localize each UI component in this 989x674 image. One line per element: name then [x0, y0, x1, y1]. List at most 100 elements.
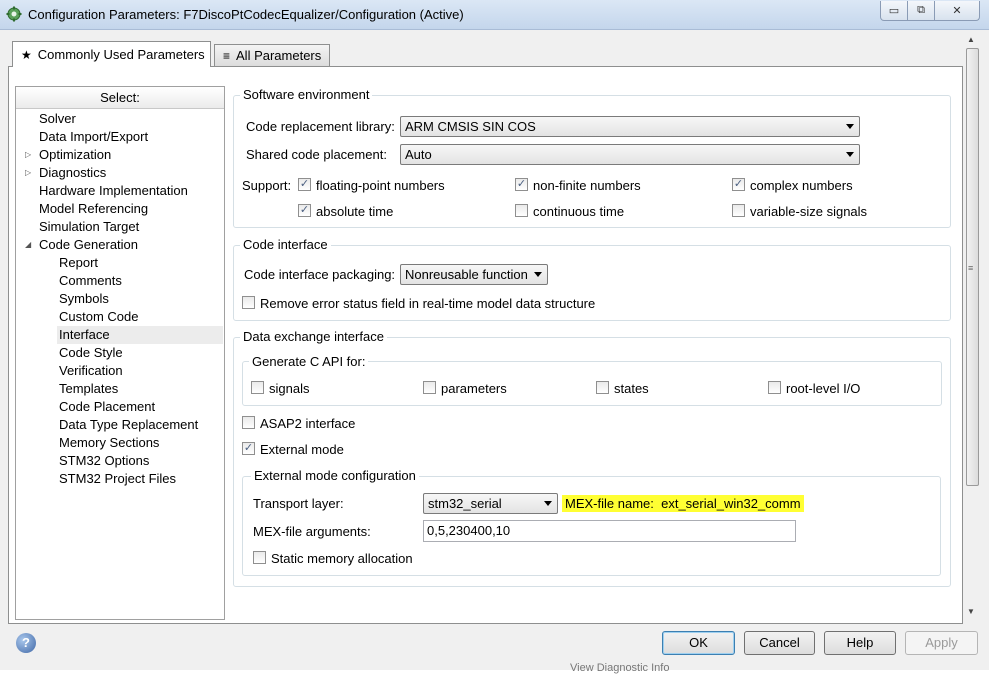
capi-states-checkbox[interactable] [596, 381, 609, 394]
tree-item-hardware-implementation[interactable]: Hardware Implementation [39, 182, 188, 200]
continuous-time-checkbox[interactable] [515, 204, 528, 217]
non-finite-label: non-finite numbers [533, 178, 641, 193]
ok-button[interactable]: OK [662, 631, 735, 655]
help-button[interactable]: Help [824, 631, 896, 655]
expand-arrow-icon[interactable]: ▷ [25, 168, 31, 177]
tree-item-model-referencing[interactable]: Model Referencing [39, 200, 148, 218]
star-icon: ★ [21, 47, 32, 62]
tree-item-simulation-target[interactable]: Simulation Target [39, 218, 139, 236]
complex-numbers-checkbox[interactable]: ✓ [732, 178, 745, 191]
code-interface-packaging-dropdown[interactable]: Nonreusable function [400, 264, 548, 285]
transport-layer-label: Transport layer: [253, 496, 344, 511]
capi-signals-label: signals [269, 381, 310, 396]
minimize-icon: ▭ [888, 5, 900, 17]
restore-icon: ⧉ [917, 4, 925, 16]
code-replacement-library-label: Code replacement library: [246, 119, 395, 134]
tab-label: Commonly Used Parameters [37, 47, 205, 62]
simulink-app-icon [6, 6, 22, 22]
tree-item-templates[interactable]: Templates [59, 380, 118, 398]
help-icon[interactable]: ? [16, 633, 36, 653]
static-memory-allocation-label: Static memory allocation [271, 551, 413, 566]
group-title-c-api: Generate C API for: [249, 354, 369, 369]
mex-file-arguments-input[interactable]: 0,5,230400,10 [423, 520, 796, 542]
tree-item-code-placement[interactable]: Code Placement [59, 398, 155, 416]
non-finite-checkbox[interactable]: ✓ [515, 178, 528, 191]
static-memory-allocation-checkbox[interactable] [253, 551, 266, 564]
tab-label: All Parameters [236, 48, 322, 63]
asap2-interface-checkbox[interactable] [242, 416, 255, 429]
window-title: Configuration Parameters: F7DiscoPtCodec… [28, 7, 464, 22]
capi-root-level-io-checkbox[interactable] [768, 381, 781, 394]
group-title-data-exchange: Data exchange interface [240, 329, 387, 344]
tree-item-code-generation[interactable]: Code Generation [39, 236, 138, 254]
continuous-time-label: continuous time [533, 204, 625, 219]
tree-item-diagnostics[interactable]: Diagnostics [39, 164, 106, 182]
capi-states-label: states [614, 381, 649, 396]
absolute-time-checkbox[interactable]: ✓ [298, 204, 311, 217]
variable-size-signals-checkbox[interactable] [732, 204, 745, 217]
remove-error-status-label: Remove error status field in real-time m… [260, 296, 596, 311]
scroll-down-icon[interactable]: ▼ [967, 607, 975, 616]
category-tree: Select: Solver Data Import/Export ▷ Optimiz… [15, 86, 225, 620]
shared-code-placement-label: Shared code placement: [246, 147, 387, 162]
scroll-up-icon[interactable]: ▲ [967, 35, 975, 44]
dropdown-value: Nonreusable function [405, 267, 528, 282]
tree-item-data-import-export[interactable]: Data Import/Export [39, 128, 148, 146]
title-bar: Configuration Parameters: F7DiscoPtCodec… [0, 0, 989, 30]
shared-code-placement-dropdown[interactable]: Auto [400, 144, 860, 165]
collapse-arrow-icon[interactable]: ◢ [25, 240, 31, 249]
code-replacement-library-dropdown[interactable]: ARM CMSIS SIN COS [400, 116, 860, 137]
remove-error-status-checkbox[interactable] [242, 296, 255, 309]
group-title-code-interface: Code interface [240, 237, 331, 252]
absolute-time-label: absolute time [316, 204, 394, 219]
expand-arrow-icon[interactable]: ▷ [25, 150, 31, 159]
tree-item-verification[interactable]: Verification [59, 362, 123, 380]
grip-icon: ≡ [968, 263, 974, 273]
tree-item-memory-sections[interactable]: Memory Sections [59, 434, 159, 452]
transport-layer-dropdown[interactable]: stm32_serial [423, 493, 558, 514]
close-button[interactable]: ✕ [934, 1, 980, 21]
floating-point-label: floating-point numbers [316, 178, 445, 193]
apply-button[interactable]: Apply [905, 631, 978, 655]
list-icon: ≡ [223, 48, 231, 63]
tab-commonly-used-parameters[interactable]: ★ Commonly Used Parameters [12, 41, 211, 67]
chevron-down-icon [846, 124, 854, 129]
capi-root-level-io-label: root-level I/O [786, 381, 861, 396]
tree-item-interface[interactable]: Interface [57, 326, 223, 344]
tree-item-data-type-replacement[interactable]: Data Type Replacement [59, 416, 198, 434]
external-mode-label: External mode [260, 442, 344, 457]
minimize-button[interactable]: ▭ [880, 1, 908, 21]
maximize-button[interactable]: ⧉ [907, 1, 935, 21]
tree-item-stm32-options[interactable]: STM32 Options [59, 452, 149, 470]
dropdown-value: Auto [405, 147, 432, 162]
external-mode-checkbox[interactable]: ✓ [242, 442, 255, 455]
dropdown-value: ARM CMSIS SIN COS [405, 119, 536, 134]
floating-point-checkbox[interactable]: ✓ [298, 178, 311, 191]
capi-signals-checkbox[interactable] [251, 381, 264, 394]
tree-item-custom-code[interactable]: Custom Code [59, 308, 138, 326]
tree-item-symbols[interactable]: Symbols [59, 290, 109, 308]
capi-parameters-label: parameters [441, 381, 507, 396]
tree-item-comments[interactable]: Comments [59, 272, 122, 290]
tree-item-report[interactable]: Report [59, 254, 98, 272]
support-label: Support: [242, 178, 292, 193]
complex-numbers-label: complex numbers [750, 178, 853, 193]
mex-file-arguments-label: MEX-file arguments: [253, 524, 371, 539]
tab-all-parameters[interactable]: ≡ All Parameters [214, 44, 330, 66]
tree-item-stm32-project-files[interactable]: STM32 Project Files [59, 470, 176, 488]
group-title-external-mode-config: External mode configuration [251, 468, 419, 483]
group-title-software-environment: Software environment [240, 87, 373, 102]
chevron-down-icon [544, 501, 552, 506]
asap2-interface-label: ASAP2 interface [260, 416, 356, 431]
tree-item-optimization[interactable]: Optimization [39, 146, 111, 164]
mex-file-name-label: MEX-file name: [565, 496, 654, 511]
tree-item-code-style[interactable]: Code Style [59, 344, 123, 362]
tree-header: Select: [16, 87, 224, 109]
variable-size-signals-label: variable-size signals [750, 204, 868, 219]
code-interface-packaging-label: Code interface packaging: [244, 267, 396, 282]
tree-item-solver[interactable]: Solver [39, 110, 76, 128]
dropdown-value: stm32_serial [428, 496, 502, 511]
cancel-button[interactable]: Cancel [744, 631, 815, 655]
chevron-down-icon [534, 272, 542, 277]
capi-parameters-checkbox[interactable] [423, 381, 436, 394]
